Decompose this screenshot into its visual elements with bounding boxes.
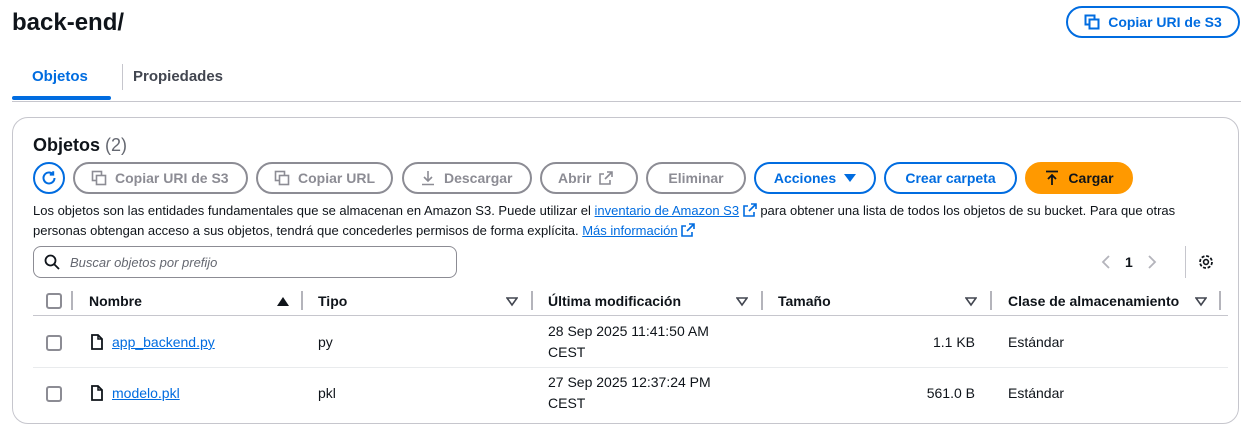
refresh-button[interactable] bbox=[33, 162, 65, 194]
upload-label: Cargar bbox=[1068, 170, 1114, 186]
download-label: Descargar bbox=[444, 170, 513, 186]
objects-description: Los objetos son las entidades fundamenta… bbox=[33, 201, 1228, 241]
s3-inventory-link[interactable]: inventario de Amazon S3 bbox=[595, 203, 740, 218]
row-checkbox[interactable] bbox=[46, 386, 62, 402]
search-box[interactable] bbox=[33, 246, 457, 278]
copy-s3-uri-toolbar-button[interactable]: Copiar URI de S3 bbox=[73, 162, 248, 194]
tab-bar: Objetos Propiedades bbox=[12, 58, 1241, 102]
sort-icon[interactable] bbox=[1195, 297, 1207, 307]
actions-dropdown-button[interactable]: Acciones bbox=[754, 162, 876, 194]
open-label: Abrir bbox=[558, 170, 592, 186]
download-icon bbox=[422, 171, 434, 186]
object-name-link[interactable]: modelo.pkl bbox=[112, 383, 180, 404]
modified-timezone: CEST bbox=[548, 344, 586, 360]
active-tab-indicator bbox=[12, 96, 111, 100]
copy-s3-uri-label: Copiar URI de S3 bbox=[1108, 14, 1222, 30]
caret-down-icon bbox=[844, 174, 857, 182]
pagination-divider bbox=[1185, 246, 1186, 278]
column-divider[interactable] bbox=[301, 291, 303, 310]
column-divider[interactable] bbox=[1219, 291, 1221, 310]
current-page[interactable]: 1 bbox=[1125, 254, 1133, 270]
sort-icon[interactable] bbox=[965, 297, 977, 307]
column-header-storage-class[interactable]: Clase de almacenamiento bbox=[1008, 293, 1179, 309]
refresh-icon bbox=[42, 171, 56, 185]
object-type: pkl bbox=[318, 385, 336, 401]
copy-url-button[interactable]: Copiar URL bbox=[256, 162, 393, 194]
select-all-checkbox[interactable] bbox=[46, 293, 62, 309]
object-size: 561.0 B bbox=[926, 385, 975, 401]
description-text: Los objetos son las entidades fundamenta… bbox=[33, 203, 595, 218]
search-input[interactable] bbox=[68, 253, 432, 271]
upload-icon bbox=[1046, 170, 1059, 185]
create-folder-label: Crear carpeta bbox=[905, 170, 996, 186]
chevron-right-icon[interactable] bbox=[1147, 255, 1157, 269]
object-storage-class: Estándar bbox=[1008, 334, 1065, 350]
modified-date: 27 Sep 2025 12:37:24 PM bbox=[548, 374, 711, 390]
table-header-divider bbox=[33, 315, 1228, 316]
copy-s3-uri-button[interactable]: Copiar URI de S3 bbox=[1066, 6, 1240, 38]
gear-icon[interactable] bbox=[1197, 253, 1215, 271]
column-divider[interactable] bbox=[531, 291, 533, 310]
open-button[interactable]: Abrir bbox=[540, 162, 638, 194]
external-link-icon[interactable] bbox=[681, 223, 696, 237]
row-checkbox[interactable] bbox=[46, 335, 62, 351]
objects-panel: Objetos (2) Copiar URI de S3 Copiar URL … bbox=[12, 117, 1239, 424]
modified-date: 28 Sep 2025 11:41:50 AM bbox=[548, 323, 709, 339]
more-info-link[interactable]: Más información bbox=[582, 223, 677, 238]
file-icon bbox=[91, 334, 103, 350]
panel-title-text: Objetos bbox=[33, 135, 101, 155]
sort-icon[interactable] bbox=[506, 297, 518, 307]
file-icon bbox=[91, 385, 103, 401]
column-header-modified[interactable]: Última modificación bbox=[548, 293, 681, 309]
tab-objetos[interactable]: Objetos bbox=[32, 68, 88, 85]
download-button[interactable]: Descargar bbox=[402, 162, 532, 194]
object-type: py bbox=[318, 334, 333, 350]
object-modified: 27 Sep 2025 12:37:24 PM CEST bbox=[548, 372, 711, 414]
pagination: 1 bbox=[1101, 254, 1157, 270]
external-link-icon bbox=[599, 171, 614, 185]
panel-title: Objetos (2) bbox=[33, 135, 127, 156]
column-header-type[interactable]: Tipo bbox=[318, 293, 347, 309]
copy-s3-uri-toolbar-label: Copiar URI de S3 bbox=[115, 170, 229, 186]
column-header-size[interactable]: Tamaño bbox=[778, 293, 831, 309]
object-name-link[interactable]: app_backend.py bbox=[112, 332, 215, 353]
object-count: (2) bbox=[105, 135, 128, 155]
copy-icon bbox=[1084, 14, 1100, 30]
copy-url-label: Copiar URL bbox=[298, 170, 375, 186]
object-storage-class: Estándar bbox=[1008, 385, 1065, 401]
upload-button[interactable]: Cargar bbox=[1025, 162, 1133, 194]
sort-ascending-icon[interactable] bbox=[277, 297, 289, 307]
column-divider[interactable] bbox=[761, 291, 763, 310]
actions-label: Acciones bbox=[773, 170, 837, 186]
tab-propiedades[interactable]: Propiedades bbox=[133, 68, 223, 85]
search-icon bbox=[44, 254, 60, 270]
object-size: 1.1 KB bbox=[932, 334, 975, 350]
column-divider[interactable] bbox=[990, 291, 992, 310]
chevron-left-icon[interactable] bbox=[1101, 255, 1111, 269]
copy-icon bbox=[274, 170, 290, 186]
copy-icon bbox=[91, 170, 107, 186]
row-divider bbox=[33, 367, 1228, 368]
object-modified: 28 Sep 2025 11:41:50 AM CEST bbox=[548, 321, 709, 363]
external-link-icon[interactable] bbox=[742, 203, 757, 217]
page-title: back-end/ bbox=[12, 9, 125, 36]
tab-divider bbox=[122, 64, 123, 90]
create-folder-button[interactable]: Crear carpeta bbox=[884, 162, 1017, 194]
modified-timezone: CEST bbox=[548, 395, 586, 411]
column-divider bbox=[71, 291, 73, 310]
delete-button[interactable]: Eliminar bbox=[646, 162, 746, 194]
sort-icon[interactable] bbox=[736, 297, 748, 307]
column-header-name[interactable]: Nombre bbox=[89, 293, 142, 309]
delete-label: Eliminar bbox=[668, 170, 724, 186]
